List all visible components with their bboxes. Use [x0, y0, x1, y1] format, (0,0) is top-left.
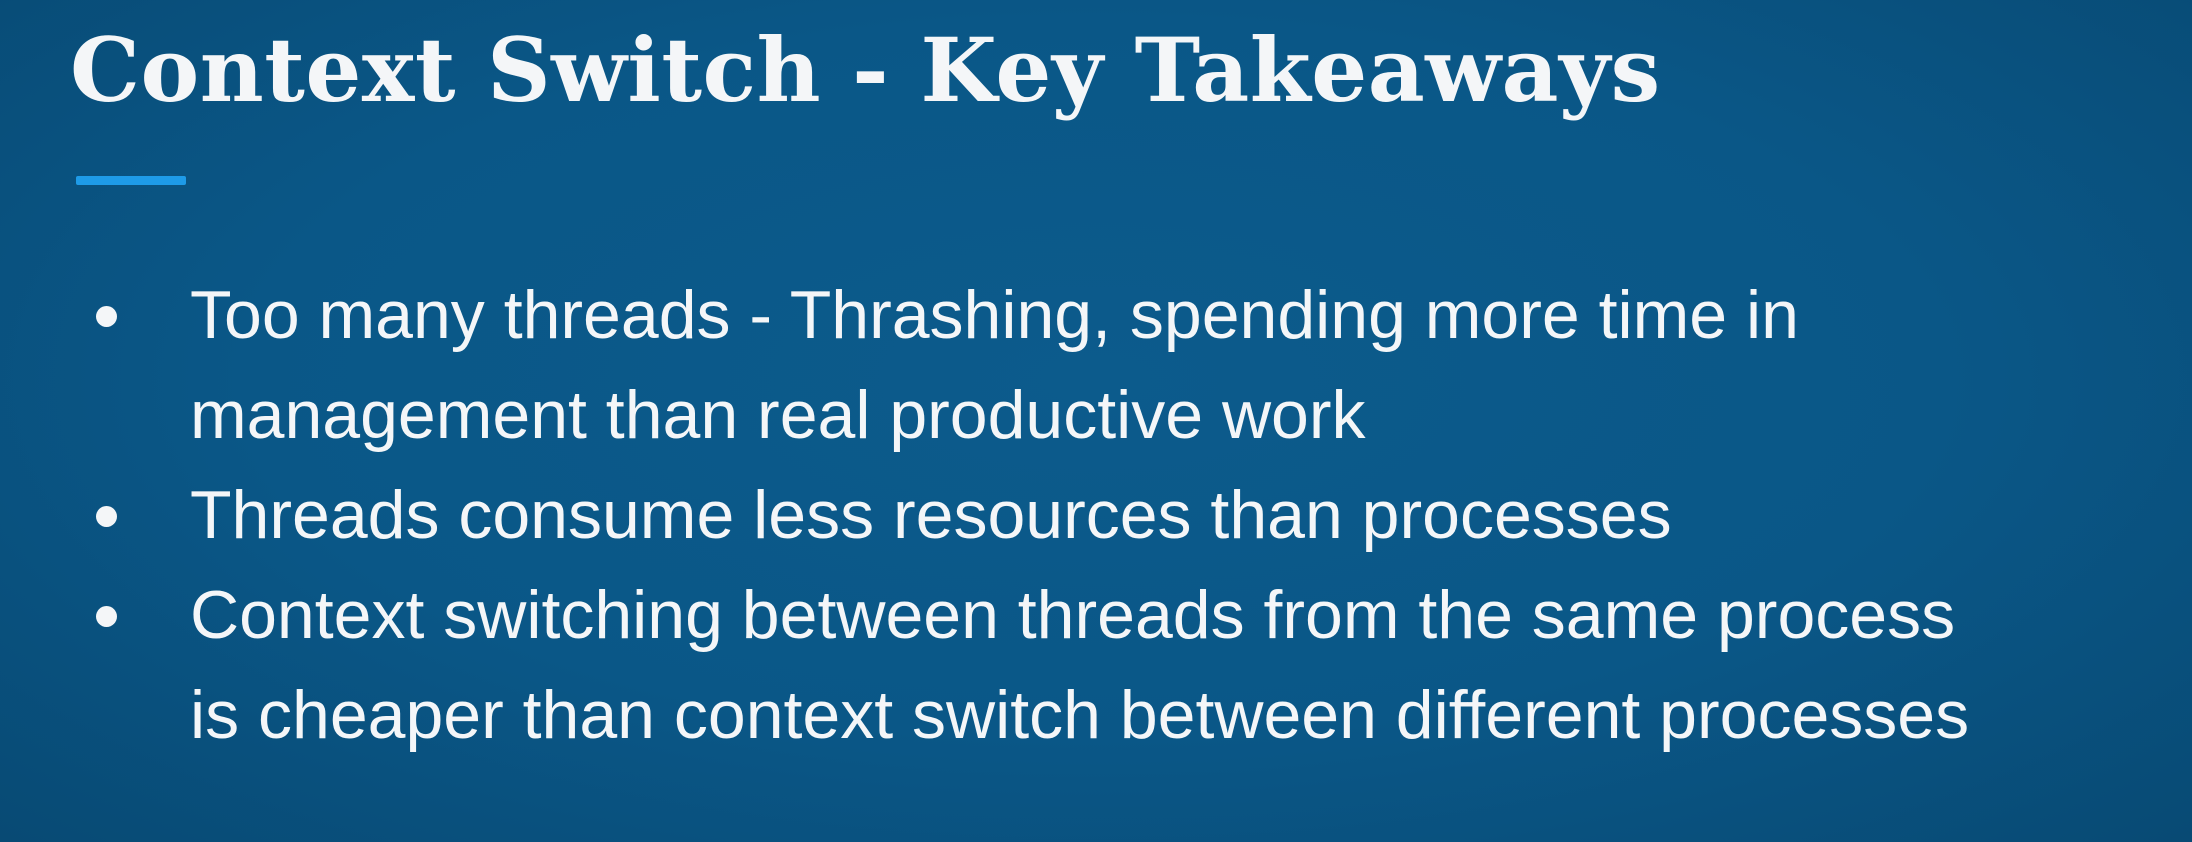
bullet-dot-icon [96, 306, 117, 327]
bullet-text-line: management than real productive work [190, 377, 1366, 453]
bullet-text-line: Context switching between threads from t… [190, 577, 1956, 653]
bullet-item-1: Too many threads - Thrashing, spending m… [96, 265, 2170, 465]
slide-title: Context Switch - Key Takeaways [70, 18, 1661, 122]
bullet-text-line: Threads consume less resources than proc… [190, 477, 1672, 553]
title-underline [76, 176, 186, 185]
bullet-text-line: is cheaper than context switch between d… [190, 677, 1970, 753]
bullet-text-line: Too many threads - Thrashing, spending m… [190, 277, 1799, 353]
bullet-dot-icon [96, 606, 117, 627]
bullet-dot-icon [96, 506, 117, 527]
bullet-item-2: Threads consume less resources than proc… [96, 465, 2170, 565]
bullet-list: Too many threads - Thrashing, spending m… [96, 265, 2170, 765]
bullet-item-3: Context switching between threads from t… [96, 565, 2170, 765]
slide: Context Switch - Key Takeaways Too many … [0, 0, 2192, 842]
